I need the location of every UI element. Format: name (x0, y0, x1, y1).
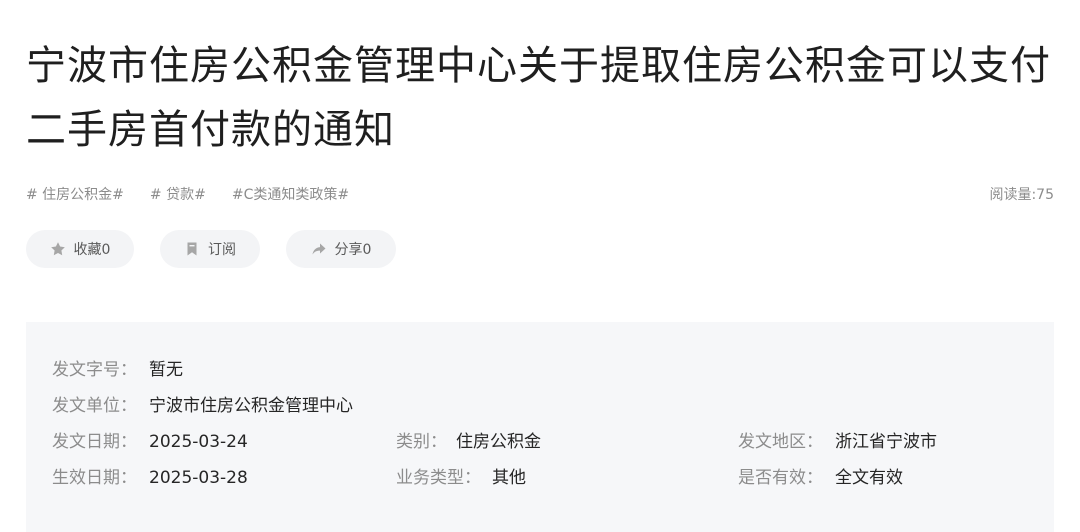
favorite-label: 收藏0 (73, 242, 111, 258)
doc-no-value: 暂无 (149, 360, 183, 380)
subscribe-button[interactable]: 订阅 (160, 230, 260, 268)
tag-loan[interactable]: # 贷款# (150, 184, 206, 204)
valid-value: 全文有效 (835, 468, 903, 488)
region-value: 浙江省宁波市 (835, 432, 937, 452)
article-meta-row: # 住房公积金# # 贷款# #C类通知类政策# 阅读量:75 (26, 184, 1054, 204)
share-button[interactable]: 分享0 (286, 230, 396, 268)
biz-type-value: 其他 (492, 468, 526, 488)
biz-type-label: 业务类型： (396, 468, 481, 488)
article-page: 宁波市住房公积金管理中心关于提取住房公积金可以支付二手房首付款的通知 # 住房公… (0, 0, 1080, 532)
star-icon (50, 241, 66, 257)
bookmark-icon (184, 241, 200, 257)
info-row-doc-no: 发文字号： 暂无 (26, 358, 1054, 382)
category-label: 类别： (396, 432, 447, 452)
info-row-effective-date: 生效日期： 2025-03-28 业务类型： 其他 是否有效： 全文有效 (26, 466, 1054, 490)
article-title: 宁波市住房公积金管理中心关于提取住房公积金可以支付二手房首付款的通知 (26, 43, 1051, 153)
valid-label: 是否有效： (738, 468, 823, 488)
region-label: 发文地区： (738, 432, 823, 452)
issuer-value: 宁波市住房公积金管理中心 (149, 396, 353, 416)
document-info-panel: 发文字号： 暂无 发文单位： 宁波市住房公积金管理中心 发文日期： 2025-0… (26, 322, 1054, 532)
category-value: 住房公积金 (456, 432, 541, 452)
effective-date-value: 2025-03-28 (149, 468, 248, 488)
tag-policy-class-c[interactable]: #C类通知类政策# (232, 184, 349, 204)
share-label: 分享0 (334, 242, 372, 258)
action-bar: 收藏0 订阅 分享0 (26, 230, 422, 268)
issuer-label: 发文单位： (52, 396, 137, 416)
view-count: 阅读量:75 (989, 187, 1054, 203)
doc-no-label: 发文字号： (52, 360, 137, 380)
subscribe-label: 订阅 (208, 242, 236, 258)
tag-list: # 住房公积金# # 贷款# #C类通知类政策# (26, 184, 375, 204)
favorite-button[interactable]: 收藏0 (26, 230, 134, 268)
issue-date-value: 2025-03-24 (149, 432, 248, 452)
tag-housing-fund[interactable]: # 住房公积金# (26, 184, 124, 204)
effective-date-label: 生效日期： (52, 468, 137, 488)
info-row-issuer: 发文单位： 宁波市住房公积金管理中心 (26, 394, 1054, 418)
info-row-issue-date: 发文日期： 2025-03-24 类别： 住房公积金 发文地区： 浙江省宁波市 (26, 430, 1054, 454)
share-arrow-icon (311, 241, 327, 257)
issue-date-label: 发文日期： (52, 432, 137, 452)
